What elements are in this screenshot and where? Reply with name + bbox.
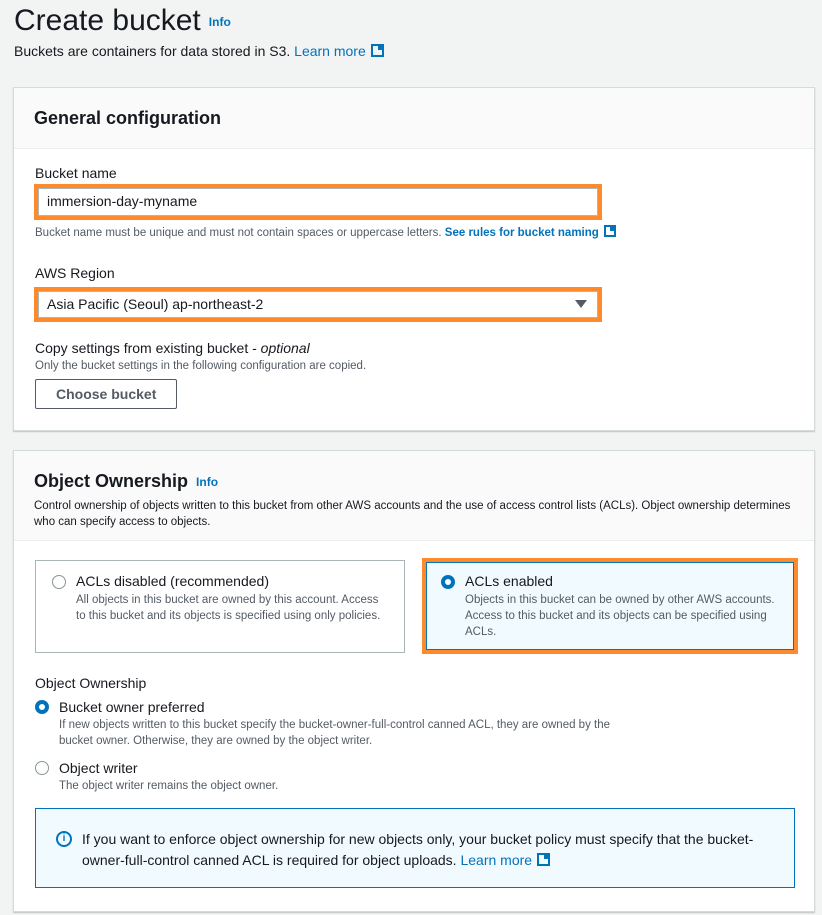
acls-disabled-card[interactable]: ACLs disabled (recommended) All objects … (35, 560, 405, 653)
alert-learn-more-link[interactable]: Learn more (460, 852, 532, 868)
radio-unselected-icon[interactable] (35, 761, 49, 775)
radio-unselected-icon[interactable] (52, 575, 66, 589)
page-title: Create bucket Info (14, 4, 231, 37)
radio-selected-icon[interactable] (35, 700, 49, 714)
owner-option-object-writer[interactable]: Object writer The object writer remains … (35, 760, 635, 794)
acls-enabled-highlight: ACLs enabled Objects in this bucket can … (422, 558, 798, 654)
bucket-name-label: Bucket name (35, 165, 117, 181)
info-link[interactable]: Info (196, 475, 218, 489)
external-link-icon (603, 225, 616, 237)
section-title: Object Ownership Info (34, 471, 219, 491)
object-ownership-label: Object Ownership (35, 675, 147, 691)
info-alert: i If you want to enforce object ownershi… (35, 808, 795, 888)
region-highlight: Asia Pacific (Seoul) ap-northeast-2 (34, 287, 602, 322)
learn-more-link[interactable]: Learn more (294, 43, 366, 59)
owner-option-bucket-owner[interactable]: Bucket owner preferred If new objects wr… (35, 699, 635, 749)
acls-enabled-card[interactable]: ACLs enabled Objects in this bucket can … (426, 562, 794, 650)
bucket-name-highlight: immersion-day-myname (34, 184, 602, 220)
external-link-icon (370, 44, 384, 57)
radio-selected-icon[interactable] (441, 575, 455, 589)
bucket-name-input[interactable]: immersion-day-myname (38, 188, 598, 216)
region-label: AWS Region (35, 265, 115, 281)
page-subtitle: Buckets are containers for data stored i… (14, 43, 384, 59)
region-select[interactable]: Asia Pacific (Seoul) ap-northeast-2 (38, 291, 598, 318)
external-link-icon (537, 853, 551, 866)
choose-bucket-button[interactable]: Choose bucket (35, 379, 178, 409)
section-title: General configuration (34, 108, 222, 128)
bucket-naming-rules-link[interactable]: See rules for bucket naming (445, 227, 599, 239)
info-circle-icon: i (56, 831, 72, 847)
copy-settings-label: Copy settings from existing bucket - opt… (35, 340, 310, 356)
caret-down-icon (575, 300, 587, 308)
general-configuration-panel: General configuration Bucket name immers… (13, 87, 815, 431)
info-link[interactable]: Info (209, 15, 231, 29)
object-ownership-panel: Object Ownership Info Control ownership o… (13, 450, 815, 912)
